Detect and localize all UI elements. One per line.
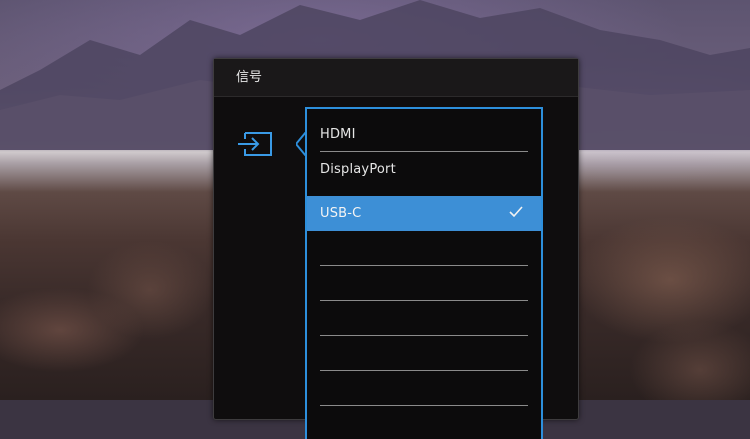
input-option-displayport[interactable]: DisplayPort xyxy=(307,152,541,187)
input-option-label: DisplayPort xyxy=(320,162,396,177)
monitor-osd-menu: 信号 HDMI DisplayPort USB-C xyxy=(213,58,579,439)
empty-slot xyxy=(307,301,541,336)
empty-slot xyxy=(307,371,541,406)
empty-slot xyxy=(307,336,541,371)
input-source-list: HDMI DisplayPort USB-C xyxy=(305,107,543,439)
checkmark-icon xyxy=(509,206,523,218)
osd-header: 信号 xyxy=(214,59,578,97)
input-option-usb-c[interactable]: USB-C xyxy=(307,196,541,231)
input-option-label: USB-C xyxy=(320,206,362,221)
input-source-icon[interactable] xyxy=(236,130,274,158)
osd-title: 信号 xyxy=(236,70,263,85)
empty-slot xyxy=(307,266,541,301)
input-option-hdmi[interactable]: HDMI xyxy=(307,117,541,152)
input-option-label: HDMI xyxy=(320,127,356,142)
empty-slot xyxy=(307,231,541,266)
divider xyxy=(320,405,528,406)
